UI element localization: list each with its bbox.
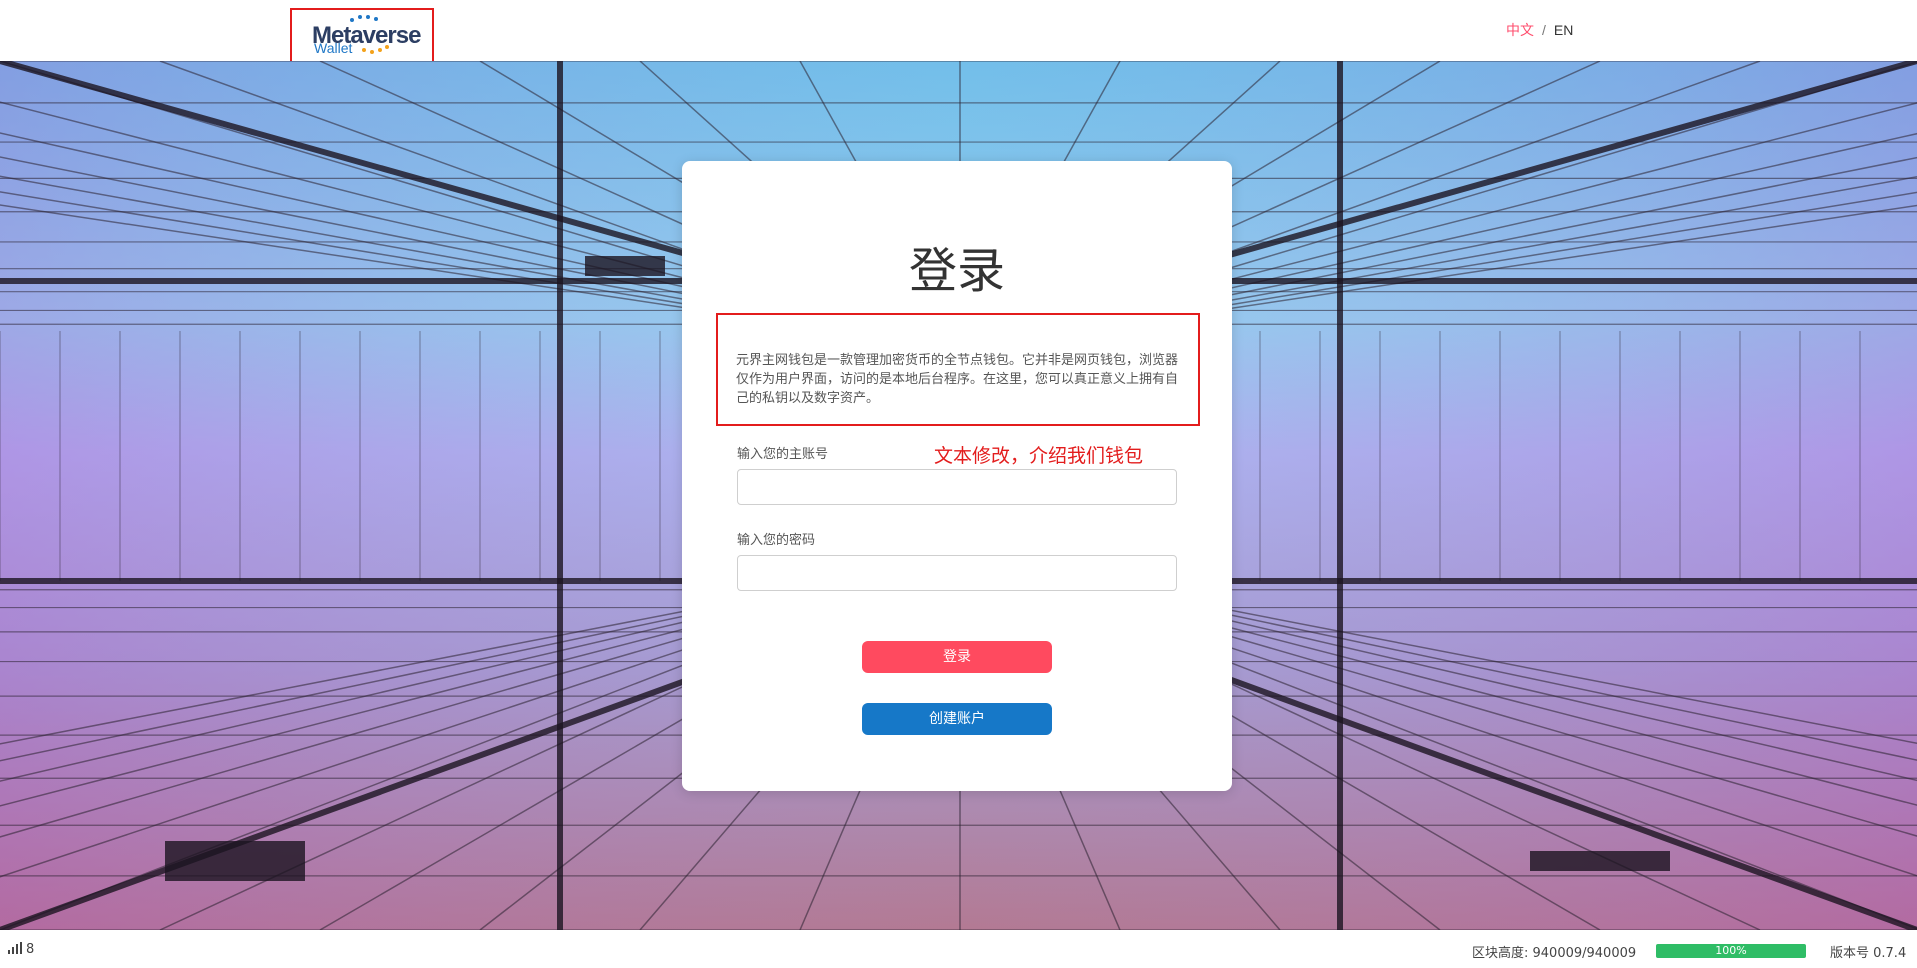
create-account-button[interactable]: 创建账户 bbox=[862, 703, 1052, 735]
sync-progress-bar: 100% bbox=[1656, 944, 1806, 958]
status-footer: 8 区块高度: 940009/940009 100% 版本号 0.7.4 bbox=[0, 930, 1917, 968]
language-switcher: 中文 / EN bbox=[1506, 20, 1573, 40]
login-card: 登录 元界主网钱包是一款管理加密货币的全节点钱包。它并非是网页钱包，浏览器仅作为… bbox=[682, 161, 1232, 791]
sync-percent: 100% bbox=[1715, 944, 1747, 957]
account-input[interactable] bbox=[737, 469, 1177, 505]
metaverse-wallet-logo[interactable]: Metaverse Wallet bbox=[290, 8, 434, 63]
description-highlight-box: 元界主网钱包是一款管理加密货币的全节点钱包。它并非是网页钱包，浏览器仅作为用户界… bbox=[716, 313, 1200, 426]
lang-chinese-link[interactable]: 中文 bbox=[1506, 22, 1534, 38]
top-header: Metaverse Wallet 中文 / EN bbox=[0, 0, 1917, 63]
wallet-description: 元界主网钱包是一款管理加密货币的全节点钱包。它并非是网页钱包，浏览器仅作为用户界… bbox=[736, 353, 1179, 406]
login-button[interactable]: 登录 bbox=[862, 641, 1052, 673]
account-label: 输入您的主账号 bbox=[737, 447, 829, 462]
password-input[interactable] bbox=[737, 555, 1177, 591]
peer-count: 8 bbox=[26, 942, 35, 957]
block-height: 区块高度: 940009/940009 bbox=[1472, 946, 1637, 961]
page-title: 登录 bbox=[908, 243, 1005, 299]
password-label: 输入您的密码 bbox=[737, 533, 816, 548]
version-label: 版本号 0.7.4 bbox=[1830, 946, 1907, 961]
lang-english-link[interactable]: EN bbox=[1554, 22, 1573, 38]
signal-bars-icon bbox=[8, 942, 22, 954]
annotation-note: 文本修改，介绍我们钱包 bbox=[934, 445, 1144, 467]
logo-subtitle: Wallet bbox=[314, 40, 353, 56]
lang-separator: / bbox=[1542, 22, 1546, 38]
